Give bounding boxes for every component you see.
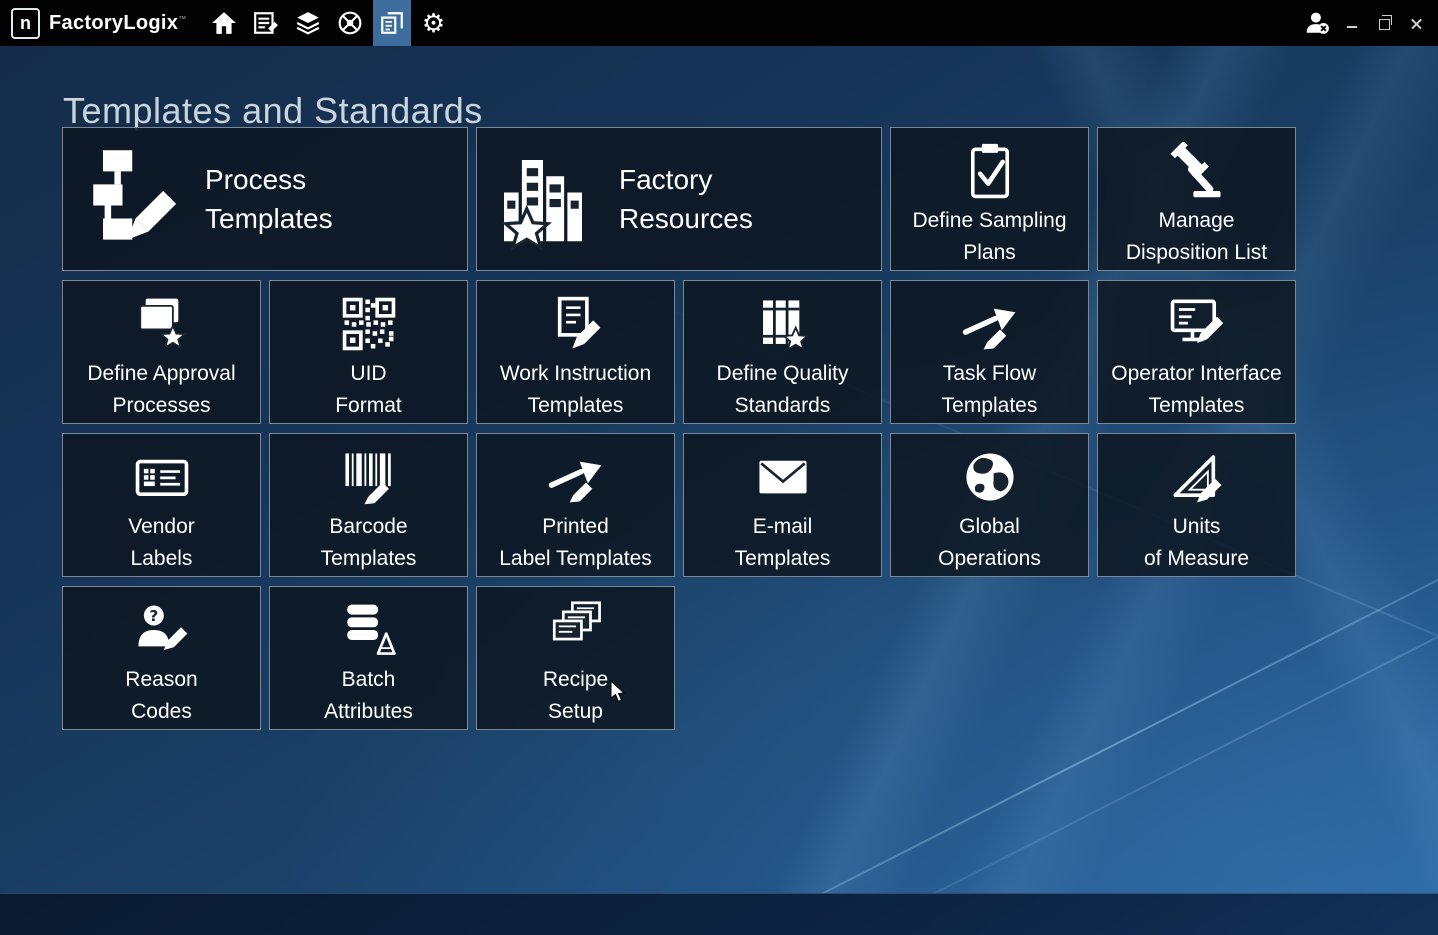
books-star-icon — [754, 295, 812, 353]
tile-label: PrintedLabel Templates — [499, 511, 652, 575]
tile-define-sampling-plans[interactable]: Define SamplingPlans — [890, 127, 1089, 271]
tile-define-approval-processes[interactable]: Define ApprovalProcesses — [62, 280, 261, 424]
cascading-windows-icon — [547, 601, 605, 659]
tile-label: Unitsof Measure — [1144, 511, 1249, 575]
tile-global-operations[interactable]: GlobalOperations — [890, 433, 1089, 577]
factorylogix-logo-icon: n — [11, 8, 40, 39]
brand-name: FactoryLogix™ — [49, 12, 187, 35]
send-arrow-pencil-icon — [547, 448, 605, 506]
templates-icon — [379, 10, 405, 36]
nav-templates-standards-button[interactable] — [373, 0, 411, 46]
trademark-mark: ™ — [178, 14, 186, 23]
tile-label: ReasonCodes — [125, 664, 197, 728]
topbar-right-controls — [1304, 10, 1430, 36]
tile-label: Task FlowTemplates — [942, 358, 1038, 422]
tile-factory-resources[interactable]: FactoryResources — [476, 127, 882, 271]
tile-reason-codes[interactable]: ReasonCodes — [62, 586, 261, 730]
qr-code-icon — [340, 295, 398, 353]
person-question-pencil-icon — [133, 601, 191, 659]
tile-label: VendorLabels — [128, 511, 195, 575]
tile-units-of-measure[interactable]: Unitsof Measure — [1097, 433, 1296, 577]
nav-materials-button[interactable] — [289, 0, 327, 46]
label-icon — [133, 448, 191, 506]
process-flowchart-pencil-icon — [77, 147, 181, 251]
tile-label: Work InstructionTemplates — [500, 358, 651, 422]
monitor-pencil-icon — [1168, 295, 1226, 353]
tile-barcode-templates[interactable]: BarcodeTemplates — [269, 433, 468, 577]
tiles-grid: ProcessTemplates FactoryResources Define… — [62, 127, 1296, 730]
tile-label: BatchAttributes — [324, 664, 413, 728]
tile-batch-attributes[interactable]: BatchAttributes — [269, 586, 468, 730]
tile-label: UIDFormat — [335, 358, 402, 422]
nav-production-button[interactable] — [247, 0, 285, 46]
top-bar: n FactoryLogix™ ⚙ — [0, 0, 1438, 46]
tile-vendor-labels[interactable]: VendorLabels — [62, 433, 261, 577]
globe-icon — [961, 448, 1019, 506]
page-title: Templates and Standards — [63, 90, 483, 132]
tile-label: BarcodeTemplates — [321, 511, 417, 575]
clipboard-check-icon — [961, 142, 1019, 200]
user-status-button[interactable] — [1304, 10, 1330, 36]
tile-printed-label-templates[interactable]: PrintedLabel Templates — [476, 433, 675, 577]
arrow-pencil-icon — [961, 295, 1019, 353]
tile-label: ProcessTemplates — [205, 160, 333, 238]
tile-operator-interface-templates[interactable]: Operator InterfaceTemplates — [1097, 280, 1296, 424]
minimize-icon — [1347, 26, 1357, 28]
bottom-strip — [0, 893, 1438, 935]
nav-dispatch-button[interactable] — [331, 0, 369, 46]
restore-icon — [1379, 19, 1390, 30]
tile-define-quality-standards[interactable]: Define QualityStandards — [683, 280, 882, 424]
gavel-icon — [1168, 142, 1226, 200]
factorylogix-window: n FactoryLogix™ ⚙ — [0, 0, 1438, 935]
tile-label: Define ApprovalProcesses — [87, 358, 235, 422]
logo-letter: n — [20, 13, 31, 34]
tile-recipe-setup[interactable]: RecipeSetup — [476, 586, 675, 730]
restore-button[interactable] — [1374, 12, 1394, 34]
envelope-icon — [754, 448, 812, 506]
set-square-pencil-icon — [1168, 448, 1226, 506]
materials-icon — [295, 10, 321, 36]
nav-settings-button[interactable]: ⚙ — [415, 0, 453, 46]
tile-label: E-mailTemplates — [735, 511, 831, 575]
document-pencil-icon — [547, 295, 605, 353]
tile-label: GlobalOperations — [938, 511, 1041, 575]
tile-label: FactoryResources — [619, 160, 753, 238]
user-disconnected-icon — [1304, 10, 1330, 36]
tile-process-templates[interactable]: ProcessTemplates — [62, 127, 468, 271]
tile-label: RecipeSetup — [543, 664, 608, 728]
tile-email-templates[interactable]: E-mailTemplates — [683, 433, 882, 577]
barcode-pencil-icon — [340, 448, 398, 506]
production-icon — [253, 10, 279, 36]
nav-home-button[interactable] — [205, 0, 243, 46]
tile-work-instruction-templates[interactable]: Work InstructionTemplates — [476, 280, 675, 424]
tile-label: Define SamplingPlans — [912, 205, 1066, 269]
minimize-button[interactable] — [1342, 12, 1362, 34]
factory-building-star-icon — [491, 147, 595, 251]
cards-star-icon — [133, 295, 191, 353]
tile-label: Define QualityStandards — [717, 358, 849, 422]
close-button[interactable] — [1406, 12, 1426, 34]
tile-task-flow-templates[interactable]: Task FlowTemplates — [890, 280, 1089, 424]
tile-label: ManageDisposition List — [1126, 205, 1267, 269]
dispatch-icon — [337, 10, 363, 36]
tile-manage-disposition-list[interactable]: ManageDisposition List — [1097, 127, 1296, 271]
main-content: Templates and Standards ProcessTemplates… — [0, 46, 1438, 935]
close-icon — [1410, 17, 1423, 30]
database-stack-icon — [340, 601, 398, 659]
gear-icon: ⚙ — [422, 10, 445, 36]
tile-uid-format[interactable]: UIDFormat — [269, 280, 468, 424]
home-icon — [211, 10, 237, 36]
tile-label: Operator InterfaceTemplates — [1111, 358, 1281, 422]
